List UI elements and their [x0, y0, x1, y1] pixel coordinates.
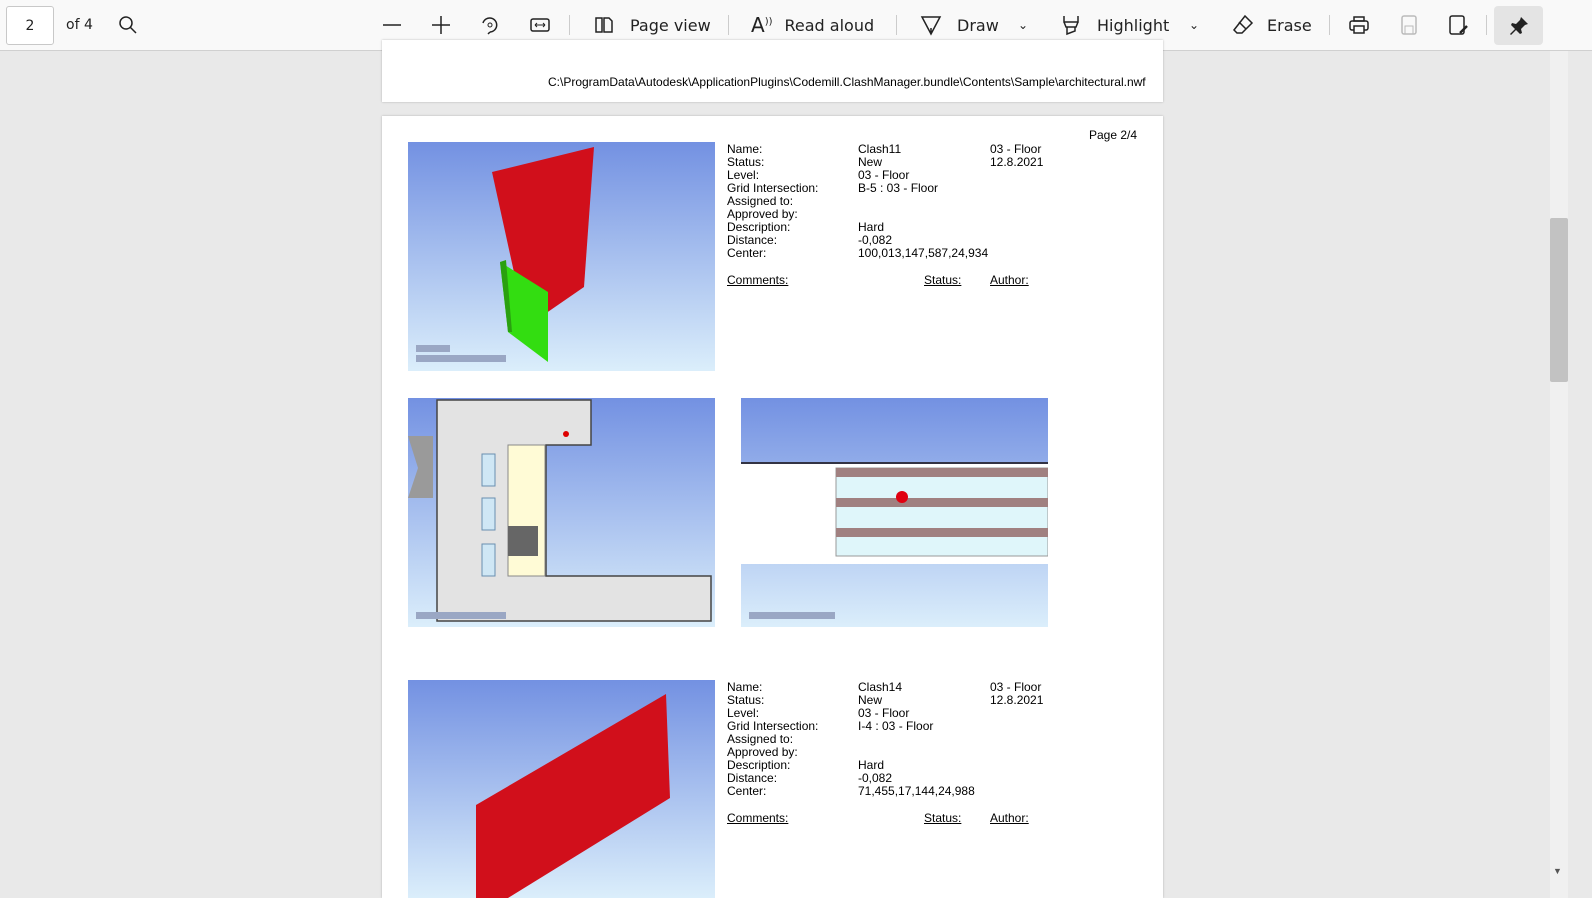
- scroll-down-arrow-icon[interactable]: ▼: [1553, 866, 1562, 876]
- clash11-plan-view: [408, 398, 715, 627]
- scrollbar-thumb[interactable]: [1550, 218, 1568, 382]
- level-date: 03 - Floor 12.8.2021: [990, 680, 1044, 707]
- field-labels: Name: Status: Level: Grid Intersection: Assi…: [727, 142, 819, 260]
- search-icon[interactable]: [116, 0, 140, 50]
- clash11-elevation-view: [741, 398, 1048, 627]
- highlight-chevron-down-icon[interactable]: ⌄: [1189, 0, 1199, 50]
- read-aloud-label: Read aloud: [784, 15, 875, 35]
- field-values: Clash14 New 03 - Floor I-4 : 03 - Floor Hard…: [858, 680, 975, 798]
- erase-button[interactable]: Erase: [1231, 0, 1312, 50]
- highlight-label: Highlight: [1097, 15, 1170, 35]
- file-path: C:\ProgramData\Autodesk\ApplicationPlugi…: [548, 75, 1146, 89]
- level-date: 03 - Floor 12.8.2021: [990, 142, 1044, 169]
- comments-header: Comments:: [727, 273, 789, 287]
- status-header: Status:: [924, 811, 962, 825]
- field-labels: Name: Status: Level: Grid Intersection: Assi…: [727, 680, 819, 798]
- comments-header: Comments:: [727, 811, 789, 825]
- print-icon[interactable]: [1347, 0, 1371, 50]
- field-values: Clash11 New 03 - Floor B-5 : 03 - Floor Hard…: [858, 142, 989, 260]
- read-aloud-icon: A)): [751, 13, 773, 37]
- pin-icon[interactable]: [1494, 6, 1543, 45]
- author-header: Author:: [990, 811, 1029, 825]
- pdf-page-1: [382, 40, 1163, 102]
- page-label: Page 2/4: [1089, 128, 1138, 142]
- page-number-input[interactable]: 2: [6, 6, 54, 45]
- page-count: of 4: [66, 17, 93, 33]
- draw-label: Draw: [957, 15, 999, 35]
- vertical-scrollbar[interactable]: [1550, 51, 1568, 898]
- clash11-3d-view: [408, 142, 715, 371]
- save-as-icon[interactable]: [1446, 0, 1470, 50]
- author-header: Author:: [990, 273, 1029, 287]
- save-icon[interactable]: [1397, 0, 1421, 50]
- erase-label: Erase: [1267, 15, 1312, 35]
- status-header: Status:: [924, 273, 962, 287]
- page-view-label: Page view: [630, 15, 711, 35]
- clash14-3d-view: [408, 680, 715, 898]
